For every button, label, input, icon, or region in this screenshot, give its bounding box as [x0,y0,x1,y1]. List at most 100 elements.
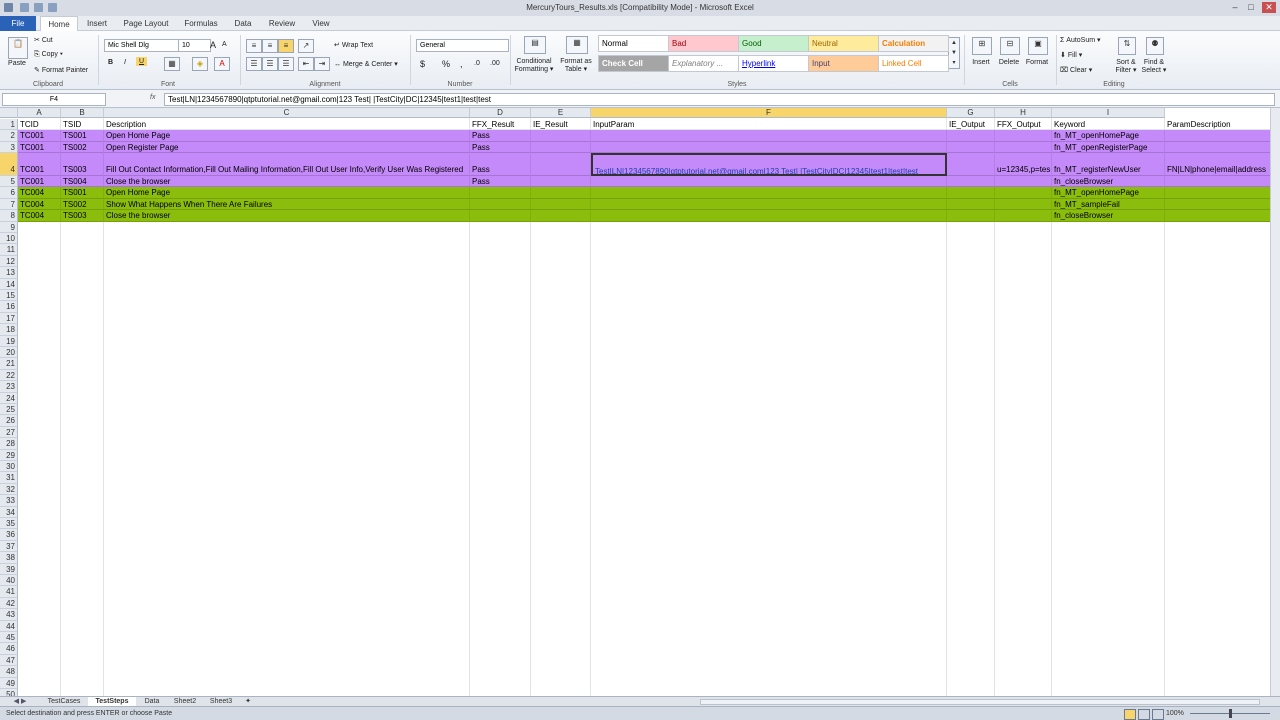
cell-f2[interactable] [591,130,947,142]
align-bottom-icon[interactable]: ≡ [278,39,294,53]
row-header[interactable]: 7 [0,198,18,211]
cell-i6[interactable]: fn_MT_openHomePage [1052,187,1165,199]
row-header[interactable]: 32 [0,483,18,496]
zoom-slider-thumb[interactable] [1229,709,1232,718]
cell-c2[interactable]: Open Home Page [104,130,470,142]
grow-font-button[interactable]: A [210,40,216,50]
row-header[interactable]: 47 [0,654,18,667]
cell-h1[interactable]: FFX_Output [995,119,1052,131]
align-center-icon[interactable]: ☰ [262,57,278,71]
cell-style-input[interactable]: Input [808,55,879,72]
row-header[interactable]: 18 [0,324,18,336]
format-as-table-button[interactable]: Format as Table ▾ [558,58,594,74]
tab-data[interactable]: Data [228,16,258,31]
cell-i8[interactable] [1165,210,1270,222]
increase-indent-icon[interactable]: ⇥ [314,57,330,71]
cell-f7[interactable] [591,198,947,211]
cell-i5[interactable] [1165,176,1270,188]
find-select-button[interactable]: Find & Select ▾ [1140,59,1168,75]
row-header[interactable]: 48 [0,666,18,678]
maximize-button[interactable]: □ [1244,2,1258,13]
cell-b4[interactable]: TS003 [61,153,104,176]
tab-view[interactable]: View [306,16,336,31]
cell-c1[interactable]: Description [104,119,470,131]
cell-i7[interactable]: fn_MT_sampleFail [1052,198,1165,211]
cell-a6[interactable]: TC004 [18,187,61,199]
delete-cells-icon[interactable]: ⊟ [1000,37,1020,55]
cell-g7[interactable] [947,198,995,211]
row-header[interactable]: 25 [0,404,18,416]
cell-a4[interactable]: TC001 [18,153,61,176]
column-header-f[interactable]: F [591,108,947,118]
row-header[interactable]: 1 [0,119,18,131]
cell-f8[interactable] [591,210,947,222]
number-format-box[interactable]: General [416,39,509,52]
horizontal-scrollbar[interactable] [700,699,1260,705]
row-header[interactable]: 43 [0,609,18,621]
tab-review[interactable]: Review [262,16,302,31]
row-header[interactable]: 17 [0,312,18,325]
cell-g2[interactable] [947,130,995,142]
column-header-h[interactable]: H [995,108,1052,118]
row-header[interactable]: 12 [0,255,18,268]
row-header[interactable]: 8 [0,210,18,222]
name-box[interactable]: F4 [2,93,106,106]
currency-button[interactable]: $ [420,59,425,69]
row-header[interactable]: 15 [0,290,18,302]
cell-b5[interactable]: TS004 [61,176,104,188]
cell-h2[interactable] [995,130,1052,142]
decrease-decimal-button[interactable]: .00 [490,60,500,67]
align-middle-icon[interactable]: ≡ [262,39,278,53]
cell-e8[interactable] [531,210,591,222]
cell-e1[interactable]: IE_Result [531,119,591,131]
row-header[interactable]: 19 [0,335,18,347]
zoom-level[interactable]: 100% [1166,707,1184,720]
cell-c5[interactable]: Close the browser [104,176,470,188]
cell-h6[interactable] [995,187,1052,199]
cell-e7[interactable] [531,198,591,211]
cell-a8[interactable]: TC004 [18,210,61,222]
insert-cells-icon[interactable]: ⊞ [972,37,992,55]
cell-d8[interactable] [470,210,531,222]
minimize-button[interactable]: – [1228,2,1242,13]
paste-button[interactable]: Paste [2,60,32,68]
tab-page-layout[interactable]: Page Layout [118,16,174,31]
row-header[interactable]: 9 [0,221,18,233]
tab-home[interactable]: Home [40,16,78,32]
cell-h5[interactable] [995,176,1052,188]
wrap-text-button[interactable]: ↵ Wrap Text [334,41,373,49]
cell-a1[interactable]: TCID [18,119,61,131]
cell-f5[interactable] [591,176,947,188]
italic-button[interactable]: I [124,59,126,66]
row-header[interactable]: 3 [0,141,18,154]
cell-i5[interactable]: fn_closeBrowser [1052,176,1165,188]
cell-h3[interactable] [995,141,1052,154]
tab-formulas[interactable]: Formulas [178,16,224,31]
cell-e6[interactable] [531,187,591,199]
cell-style-hyperlink[interactable]: Hyperlink [738,55,809,72]
fill-color-icon[interactable]: ◈ [192,57,208,71]
cell-f1[interactable]: InputParam [591,119,947,131]
insert-cells-button[interactable]: Insert [966,59,996,67]
cell-style-neutral[interactable]: Neutral [808,35,879,52]
font-color-icon[interactable]: A [214,57,230,71]
binoculars-icon[interactable]: ⚉ [1146,37,1164,55]
cell-i7[interactable] [1165,198,1270,211]
row-header[interactable]: 4 [0,153,18,176]
format-cells-icon[interactable]: ▣ [1028,37,1048,55]
row-header[interactable]: 40 [0,575,18,587]
cell-a5[interactable]: TC001 [18,176,61,188]
column-header-c[interactable]: C [104,108,470,118]
cell-c3[interactable]: Open Register Page [104,141,470,154]
cell-g8[interactable] [947,210,995,222]
cell-style-linked-cell[interactable]: Linked Cell [878,55,949,72]
column-header-e[interactable]: E [531,108,591,118]
tab-file[interactable]: File [0,16,36,31]
comma-button[interactable]: , [460,59,463,69]
cell-i8[interactable]: fn_closeBrowser [1052,210,1165,222]
cell-style-bad[interactable]: Bad [668,35,739,52]
cell-d1[interactable]: FFX_Result [470,119,531,131]
styles-scroll-icon[interactable]: ▲ ▼ ▾ [948,37,960,69]
increase-decimal-button[interactable]: .0 [474,60,480,67]
cell-b1[interactable]: TSID [61,119,104,131]
